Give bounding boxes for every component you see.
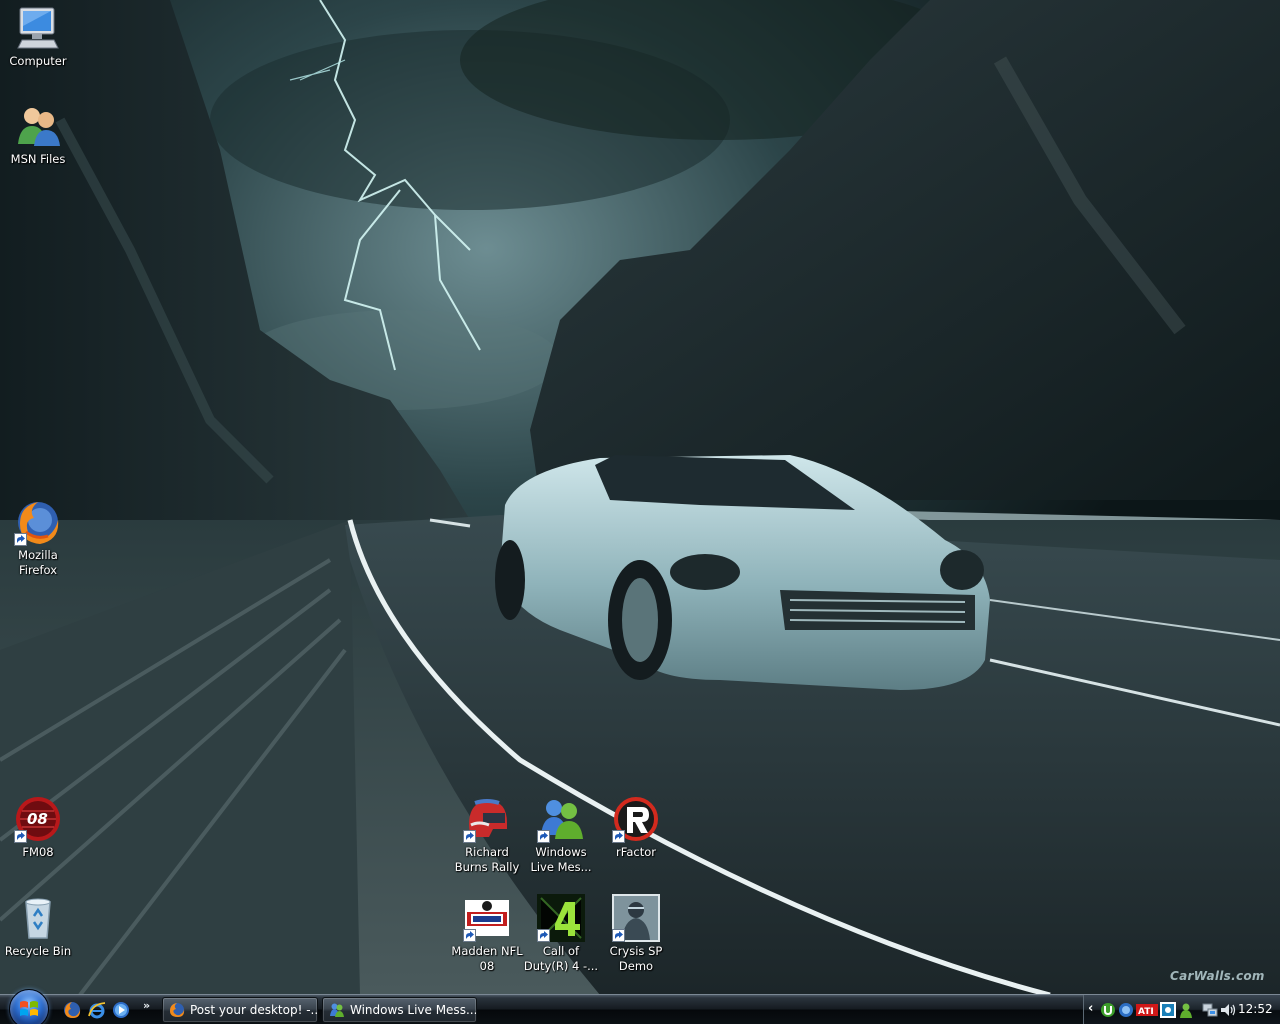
desktop-icon-madden-nfl-08[interactable]: Madden NFL 08 [449, 894, 525, 974]
crysis-icon [612, 894, 660, 942]
desktop-icon-windows-live-messenger[interactable]: Windows Live Mes... [523, 795, 599, 875]
desktop-icon-label: MSN Files [10, 152, 66, 166]
shortcut-arrow-icon [14, 830, 27, 843]
desktop-icon-label: Richard Burns Rally [454, 845, 520, 874]
windows-start-orb-icon[interactable] [9, 989, 49, 1024]
steam-icon[interactable] [1160, 1002, 1176, 1018]
messenger-status-icon[interactable] [1178, 1002, 1194, 1018]
desktop-icon-label: Recycle Bin [4, 944, 72, 958]
ati-catalyst-icon[interactable]: ATI [1136, 1002, 1158, 1018]
firefox-icon [169, 1002, 185, 1018]
cod4-icon [537, 894, 585, 942]
internet-explorer-quicklaunch-icon[interactable] [87, 1000, 107, 1020]
taskbar-button-label: Post your desktop! -... [190, 1003, 318, 1017]
desktop-icon-recycle-bin[interactable]: Recycle Bin [0, 894, 76, 959]
volume-icon[interactable] [1220, 1002, 1236, 1018]
desktop-icon-richard-burns-rally[interactable]: Richard Burns Rally [449, 795, 525, 875]
network-icon[interactable] [1202, 1002, 1218, 1018]
svg-text:08: 08 [27, 810, 48, 828]
taskbar-button-firefox[interactable]: Post your desktop! -... [162, 997, 318, 1023]
firefox-icon [14, 498, 62, 546]
rally-helmet-icon [463, 795, 511, 843]
quick-launch-overflow-button[interactable]: » [143, 999, 153, 1019]
messenger-icon [537, 795, 585, 843]
desktop-icon-label: rFactor [616, 845, 656, 859]
desktop-icon-crysis-sp-demo[interactable]: Crysis SP Demo [598, 894, 674, 974]
system-clock[interactable]: 12:52 [1238, 1002, 1273, 1016]
desktop-icon-computer[interactable]: Computer [0, 4, 76, 69]
desktop-icon-label: Madden NFL 08 [451, 944, 523, 973]
desktop-icon-label: Mozilla Firefox [18, 548, 58, 577]
desktop-icon-label: Computer [9, 54, 67, 68]
computer-icon [14, 4, 62, 52]
notification-area: ‹ ATI 12:52 [1083, 995, 1280, 1024]
shortcut-arrow-icon [537, 830, 550, 843]
madden-icon [463, 894, 511, 942]
users-folder-icon [14, 102, 62, 150]
desktop-icon-label: Windows Live Mes... [530, 845, 592, 874]
desktop-icon-label: Call of Duty(R) 4 -... [523, 944, 599, 973]
shortcut-arrow-icon [537, 929, 550, 942]
network-activity-icon[interactable] [1118, 1002, 1134, 1018]
shortcut-arrow-icon [463, 830, 476, 843]
desktop-icon-firefox[interactable]: Mozilla Firefox [0, 498, 76, 578]
shortcut-arrow-icon [612, 830, 625, 843]
wallpaper-watermark: CarWalls.com [1170, 969, 1265, 983]
shortcut-arrow-icon [612, 929, 625, 942]
windows-media-player-quicklaunch-icon[interactable] [111, 1000, 131, 1020]
desktop-icon-label: Crysis SP Demo [609, 944, 663, 973]
desktop-icon-call-of-duty-4[interactable]: Call of Duty(R) 4 -... [523, 894, 599, 974]
desktop-icon-fm08[interactable]: 08 FM08 [0, 795, 76, 860]
recycle-bin-icon [14, 894, 62, 942]
desktop-icon-label: FM08 [22, 845, 54, 859]
desktop-icon-msn-files[interactable]: MSN Files [0, 102, 76, 167]
show-hidden-icons-button[interactable]: ‹ [1088, 1001, 1093, 1017]
desktop-icon-rfactor[interactable]: rFactor [598, 795, 674, 860]
taskbar: » Post your desktop! -... Windows Live M… [0, 989, 1280, 1024]
rfactor-icon [612, 795, 660, 843]
shortcut-arrow-icon [14, 533, 27, 546]
firefox-quicklaunch-icon[interactable] [62, 1000, 82, 1020]
messenger-icon [329, 1002, 345, 1018]
taskbar-button-label: Windows Live Mess... [350, 1003, 477, 1017]
svg-text:ATI: ATI [1138, 1007, 1154, 1017]
shortcut-arrow-icon [463, 929, 476, 942]
utorrent-icon[interactable] [1100, 1002, 1116, 1018]
football-manager-icon: 08 [14, 795, 62, 843]
taskbar-button-windows-live-messenger[interactable]: Windows Live Mess... [322, 997, 477, 1023]
